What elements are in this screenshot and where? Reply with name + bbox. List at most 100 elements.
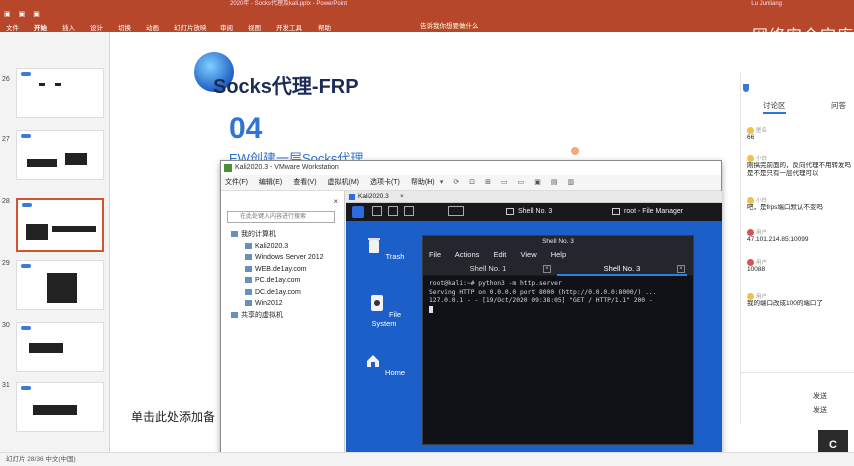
terminal-line: 127.0.0.1 - - [19/Oct/2020 09:38:05] "GE… xyxy=(429,297,653,304)
slide-thumbnail[interactable] xyxy=(16,68,104,118)
close-icon[interactable]: × xyxy=(677,265,685,273)
menu-file[interactable]: 文件(F) xyxy=(225,179,248,186)
tree-item[interactable]: PC.de1ay.com xyxy=(231,275,323,287)
tree-item[interactable]: 我的计算机 xyxy=(231,229,323,241)
tab-help[interactable]: 帮助 xyxy=(318,22,331,32)
term-menu-help[interactable]: Help xyxy=(551,250,566,259)
thumb-number: 31 xyxy=(2,382,10,389)
comment-input[interactable]: 发送 发送 xyxy=(741,372,854,424)
menu-tabs[interactable]: 选项卡(T) xyxy=(370,179,400,186)
tree-item[interactable]: DC.de1ay.com xyxy=(231,287,323,299)
tab-design[interactable]: 设计 xyxy=(90,22,103,32)
vmware-titlebar[interactable]: Kali2020.3 - VMware Workstation xyxy=(221,161,721,175)
desktop-trash[interactable]: Trash xyxy=(354,235,414,261)
terminal-tabs: Shell No. 1 × Shell No. 3 × xyxy=(423,262,693,276)
term-menu-edit[interactable]: Edit xyxy=(493,250,506,259)
slide-thumbnail[interactable] xyxy=(16,322,104,372)
tell-me-search[interactable]: 告诉我你想要做什么 xyxy=(420,20,479,30)
slide-thumbnail[interactable] xyxy=(16,382,104,432)
tab-qa[interactable]: 问答 xyxy=(831,100,846,111)
workspace-icon[interactable] xyxy=(388,206,398,216)
workspace-icon[interactable] xyxy=(372,206,382,216)
comment-item: 匿名 66 xyxy=(747,126,853,142)
slide-thumbnail-pane[interactable]: 26 27 28 29 30 31 xyxy=(0,32,110,452)
thumb-logo xyxy=(21,386,31,390)
slide-thumbnail[interactable] xyxy=(16,130,104,180)
notes-placeholder[interactable]: 单击此处添加备 xyxy=(131,408,215,425)
send-button[interactable]: 发送 xyxy=(813,405,827,415)
tab-home[interactable]: 开始 xyxy=(34,22,47,32)
menu-edit[interactable]: 编辑(E) xyxy=(259,179,282,186)
avatar xyxy=(747,229,754,237)
guest-view[interactable]: Kali2020.3 × Shell No. 3 root - File Man… xyxy=(346,191,722,459)
tab-label: Shell No. 1 xyxy=(469,264,507,273)
comment-text: 是不是只有一层代理可以 xyxy=(747,170,819,178)
thumb-content xyxy=(33,405,77,415)
tab-shell-3[interactable]: Shell No. 3 × xyxy=(557,262,687,276)
kali-menu-icon[interactable] xyxy=(352,206,364,218)
desktop-label: Trash xyxy=(385,252,405,261)
vm-icon xyxy=(245,277,252,284)
section-number[interactable]: 04 xyxy=(229,112,262,146)
tab-transitions[interactable]: 切换 xyxy=(118,22,131,32)
thumb-logo xyxy=(21,264,31,268)
quick-access-icons[interactable]: ▣▣▣ xyxy=(4,10,48,18)
desktop-file-system[interactable]: File System xyxy=(354,293,414,328)
workspace-icon[interactable] xyxy=(404,206,414,216)
thumb-content xyxy=(47,273,77,303)
terminal-window[interactable]: Shell No. 3 File Actions Edit View Help … xyxy=(422,235,694,445)
tree-item[interactable]: Win2012 xyxy=(231,298,323,310)
guest-tab[interactable]: Kali2020.3 × xyxy=(346,191,722,203)
task-file-manager[interactable]: root - File Manager xyxy=(612,203,683,221)
slide-title[interactable]: Socks代理-FRP xyxy=(213,70,359,99)
term-menu-file[interactable]: File xyxy=(429,250,441,259)
toolbar-icons[interactable]: ‖▾⟳⊡⊞▭▭▣▤▥ xyxy=(427,175,584,191)
slide-thumbnail[interactable] xyxy=(16,260,104,310)
term-menu-view[interactable]: View xyxy=(521,250,537,259)
thumb-content xyxy=(29,343,63,353)
folder-icon xyxy=(612,207,620,215)
tab-animations[interactable]: 动画 xyxy=(146,22,159,32)
tree-item[interactable]: Windows Server 2012 xyxy=(231,252,323,264)
user-name[interactable]: Lu Junliang xyxy=(751,0,782,8)
tab-discussion[interactable]: 讨论区 xyxy=(763,100,786,114)
menu-view[interactable]: 查看(V) xyxy=(293,179,316,186)
desktop-home[interactable]: Home xyxy=(354,351,414,377)
tab-insert[interactable]: 插入 xyxy=(62,22,75,32)
close-icon[interactable]: × xyxy=(333,197,338,206)
comment-item: 用户 47.101.214.85:10099 xyxy=(747,228,853,244)
vmware-window[interactable]: Kali2020.3 - VMware Workstation 文件(F) 编辑… xyxy=(220,160,722,461)
tab-shell-1[interactable]: Shell No. 1 × xyxy=(423,262,553,276)
tree-item[interactable]: 共享的虚拟机 xyxy=(231,310,323,322)
tab-developer[interactable]: 开发工具 xyxy=(276,22,302,32)
tab-slideshow[interactable]: 幻灯片放映 xyxy=(174,22,207,32)
task-terminal[interactable]: Shell No. 3 xyxy=(506,203,552,221)
comment-text: 吧，是frps端口默认不变吗 xyxy=(747,204,823,212)
tree-item[interactable]: WEB.de1ay.com xyxy=(231,264,323,276)
terminal-title[interactable]: Shell No. 3 xyxy=(423,236,693,248)
thumb-content xyxy=(39,83,45,86)
shield-icon xyxy=(743,84,749,92)
terminal-cursor xyxy=(429,305,433,313)
tab-review[interactable]: 审阅 xyxy=(220,22,233,32)
vmware-icon xyxy=(224,164,232,172)
vm-icon xyxy=(245,254,252,261)
close-icon[interactable]: × xyxy=(400,191,404,203)
menu-vm[interactable]: 虚拟机(M) xyxy=(328,179,360,186)
kali-desktop[interactable]: Shell No. 3 root - File Manager Trash Fi… xyxy=(346,203,722,459)
shared-icon xyxy=(231,311,238,318)
term-menu-actions[interactable]: Actions xyxy=(455,250,480,259)
close-icon[interactable]: × xyxy=(543,265,551,273)
thumb-number: 28 xyxy=(2,198,10,205)
slide-thumbnail-selected[interactable] xyxy=(16,198,104,252)
library-search-input[interactable]: 在此处键入内容进行搜索 xyxy=(227,211,335,223)
tree-item[interactable]: Kali2020.3 xyxy=(231,241,323,253)
terminal-launcher-icon[interactable] xyxy=(448,206,464,216)
comment-panel[interactable]: 讨论区 问答 匿名 66 小白 刚搞完前面的，反向代理不用转发吗 是不是只有一层… xyxy=(740,72,854,424)
terminal-output[interactable]: root@kali:~# python3 -m http.server Servi… xyxy=(423,276,693,319)
comment-header xyxy=(741,72,854,92)
vm-icon xyxy=(245,288,252,295)
tab-file[interactable]: 文件 xyxy=(6,22,19,32)
tab-view[interactable]: 视图 xyxy=(248,22,261,32)
avatar xyxy=(747,293,754,301)
